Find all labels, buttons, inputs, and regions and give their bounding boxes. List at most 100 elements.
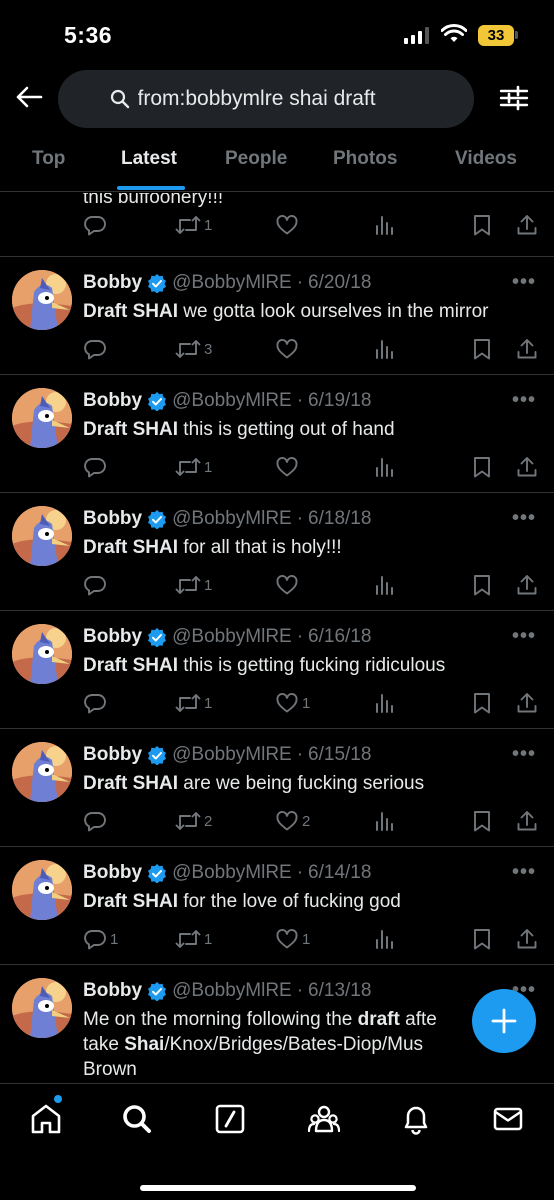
share-button[interactable] (515, 213, 539, 237)
like-button[interactable] (275, 213, 299, 237)
avatar[interactable] (12, 624, 72, 684)
author-handle[interactable]: @BobbyMlRE (172, 626, 292, 648)
avatar[interactable] (12, 978, 72, 1038)
tweet-feed[interactable]: this buffoonery!!! 1 Bobby @BobbyMlRE · … (0, 193, 554, 1083)
retweet-button[interactable]: 1 (175, 213, 212, 237)
back-arrow-icon[interactable] (14, 82, 44, 112)
views-button[interactable] (374, 927, 396, 951)
retweet-button[interactable]: 3 (175, 337, 212, 361)
share-button[interactable] (515, 337, 539, 361)
tab-latest[interactable]: Latest (121, 148, 177, 170)
share-button[interactable] (515, 455, 539, 479)
avatar[interactable] (12, 506, 72, 566)
tab-photos[interactable]: Photos (333, 148, 397, 170)
share-button[interactable] (515, 691, 539, 715)
author-handle[interactable]: @BobbyMlRE (172, 508, 292, 530)
author-handle[interactable]: @BobbyMlRE (172, 272, 292, 294)
more-options-icon[interactable]: ••• (512, 625, 536, 648)
retweet-button[interactable]: 1 (175, 927, 212, 951)
bookmark-button[interactable] (471, 455, 493, 479)
heart-icon (276, 215, 298, 235)
author-handle[interactable]: @BobbyMlRE (172, 744, 292, 766)
retweet-button[interactable]: 1 (175, 691, 212, 715)
retweet-button[interactable]: 1 (175, 455, 212, 479)
avatar[interactable] (12, 388, 72, 448)
views-button[interactable] (374, 809, 396, 833)
bookmark-button[interactable] (471, 213, 493, 237)
status-bar: 5:36 33 (0, 0, 554, 64)
tweet-item[interactable]: Bobby @BobbyMlRE · 6/14/18 ••• Draft SHA… (0, 847, 554, 965)
reply-button[interactable] (83, 809, 110, 833)
author-name[interactable]: Bobby (83, 272, 142, 294)
like-button[interactable]: 1 (275, 691, 310, 715)
avatar[interactable] (12, 860, 72, 920)
search-bar[interactable] (58, 70, 474, 128)
like-button[interactable]: 1 (275, 927, 310, 951)
views-button[interactable] (374, 691, 396, 715)
avatar[interactable] (12, 270, 72, 330)
bookmark-button[interactable] (471, 573, 493, 597)
tweet-item[interactable]: Bobby @BobbyMlRE · 6/16/18 ••• Draft SHA… (0, 611, 554, 729)
more-options-icon[interactable]: ••• (512, 389, 536, 412)
messages-icon[interactable] (491, 1102, 525, 1136)
tweet-item[interactable]: this buffoonery!!! 1 (0, 193, 554, 257)
views-button[interactable] (374, 337, 396, 361)
search-filter-icon[interactable] (498, 82, 530, 114)
more-options-icon[interactable]: ••• (512, 861, 536, 884)
bookmark-button[interactable] (471, 809, 493, 833)
more-options-icon[interactable]: ••• (512, 507, 536, 530)
tab-top[interactable]: Top (32, 148, 65, 170)
home-icon[interactable] (29, 1102, 63, 1136)
like-button[interactable] (275, 573, 302, 597)
views-button[interactable] (374, 455, 396, 479)
views-button[interactable] (374, 573, 396, 597)
retweet-button[interactable]: 1 (175, 573, 212, 597)
reply-button[interactable] (83, 455, 110, 479)
author-name[interactable]: Bobby (83, 980, 142, 1002)
reply-button[interactable] (83, 573, 110, 597)
notifications-icon[interactable] (399, 1102, 433, 1136)
bookmark-button[interactable] (471, 691, 493, 715)
share-button[interactable] (515, 927, 539, 951)
like-button[interactable] (275, 337, 302, 361)
views-button[interactable] (374, 213, 396, 237)
author-name[interactable]: Bobby (83, 508, 142, 530)
search-icon[interactable] (120, 1102, 154, 1136)
author-name[interactable]: Bobby (83, 390, 142, 412)
tab-videos[interactable]: Videos (455, 148, 517, 170)
more-options-icon[interactable]: ••• (512, 743, 536, 766)
reply-button[interactable] (83, 337, 110, 361)
author-handle[interactable]: @BobbyMlRE (172, 980, 292, 1002)
avatar[interactable] (12, 742, 72, 802)
share-button[interactable] (515, 573, 539, 597)
author-name[interactable]: Bobby (83, 862, 142, 884)
more-options-icon[interactable]: ••• (512, 271, 536, 294)
reply-button[interactable]: 1 (83, 927, 118, 951)
compose-button[interactable] (472, 989, 536, 1053)
grok-icon[interactable] (213, 1102, 247, 1136)
reply-button[interactable] (83, 691, 110, 715)
separator-dot: · (296, 508, 304, 529)
retweet-icon (175, 812, 201, 830)
author-handle[interactable]: @BobbyMlRE (172, 390, 292, 412)
tweet-item[interactable]: Bobby @BobbyMlRE · 6/15/18 ••• Draft SHA… (0, 729, 554, 847)
tweet-item[interactable]: Bobby @BobbyMlRE · 6/19/18 ••• Draft SHA… (0, 375, 554, 493)
like-button[interactable] (275, 455, 302, 479)
author-handle[interactable]: @BobbyMlRE (172, 862, 292, 884)
tweet-item[interactable]: Bobby @BobbyMlRE · 6/20/18 ••• Draft SHA… (0, 257, 554, 375)
search-input[interactable] (137, 87, 423, 111)
tweet-item[interactable]: Bobby @BobbyMlRE · 6/13/18 ••• Me on the… (0, 965, 554, 1083)
tab-people[interactable]: People (225, 148, 287, 170)
author-name[interactable]: Bobby (83, 744, 142, 766)
bookmark-button[interactable] (471, 337, 493, 361)
share-button[interactable] (515, 809, 539, 833)
like-button[interactable]: 2 (275, 809, 310, 833)
tweet-item[interactable]: Bobby @BobbyMlRE · 6/18/18 ••• Draft SHA… (0, 493, 554, 611)
author-name[interactable]: Bobby (83, 626, 142, 648)
separator-dot: · (296, 626, 304, 647)
communities-icon[interactable] (307, 1102, 341, 1136)
bookmark-button[interactable] (471, 927, 493, 951)
retweet-button[interactable]: 2 (175, 809, 212, 833)
reply-button[interactable] (83, 213, 107, 237)
tweet-header: Bobby @BobbyMlRE · 6/16/18 (83, 626, 371, 648)
